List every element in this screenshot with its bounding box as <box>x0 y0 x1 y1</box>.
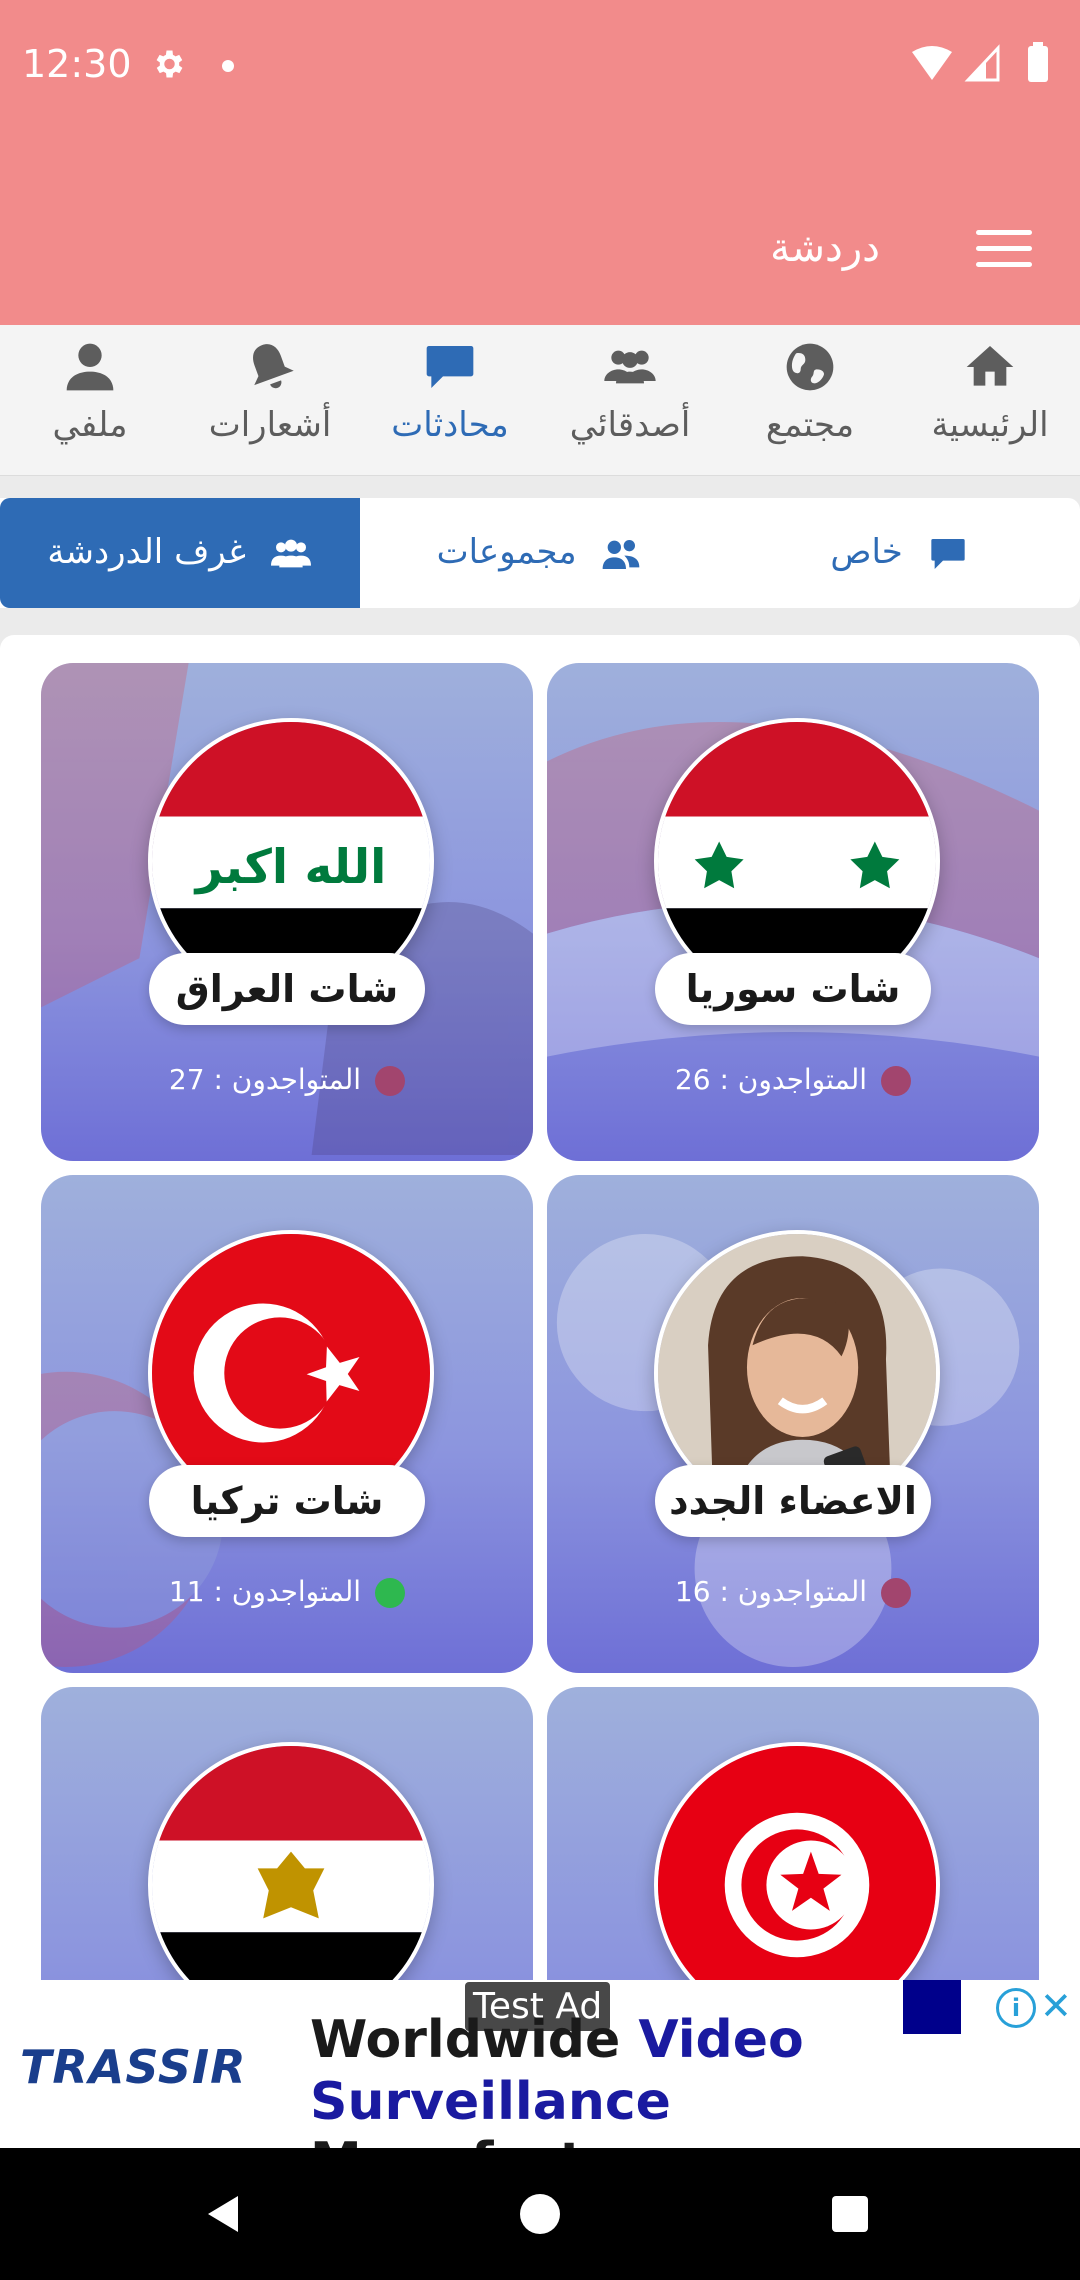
tab-label: غرف الدردشة <box>47 532 246 572</box>
nav-item-notifications[interactable]: أشعارات <box>180 325 360 475</box>
tab-private[interactable]: خاص <box>720 498 1080 608</box>
ad-close-icon[interactable]: ✕ <box>1040 1984 1072 2028</box>
online-label: المتواجدون : 26 <box>674 1063 868 1096</box>
settings-gear-icon <box>156 50 183 78</box>
nav-item-chats[interactable]: محادثات <box>360 325 540 475</box>
nav-item-community[interactable]: مجتمع <box>720 325 900 475</box>
nav-item-home[interactable]: الرئيسية <box>900 325 1080 475</box>
profile-icon <box>66 343 114 391</box>
home-circle-icon[interactable] <box>516 2190 564 2238</box>
nav-label: أشعارات <box>208 405 332 445</box>
room-card-syria[interactable]: شات سوريا المتواجدون : 26 <box>547 663 1039 1161</box>
chat-tabs: خاص مجموعات غرف الدردشة <box>0 498 1080 608</box>
ad-brand-logo: TRASSIR <box>20 2040 247 2094</box>
nav-item-profile[interactable]: ملفي <box>0 325 180 475</box>
rooms-grid: شات سوريا المتواجدون : 26 الله اكبر شات … <box>0 635 1080 1980</box>
online-label: المتواجدون : 11 <box>168 1575 362 1608</box>
nav-label: محادثات <box>391 405 509 445</box>
ad-decor-square <box>903 1980 961 2034</box>
online-count: المتواجدون : 26 <box>547 1063 1039 1096</box>
room-name: شات تركيا <box>149 1465 425 1537</box>
tab-chat-rooms[interactable]: غرف الدردشة <box>0 498 360 608</box>
system-status-icons <box>912 42 1048 82</box>
tunisia-flag-icon <box>654 1742 940 1980</box>
hamburger-menu-icon[interactable] <box>976 230 1032 276</box>
online-count: المتواجدون : 27 <box>41 1063 533 1096</box>
recents-icon[interactable] <box>826 2190 874 2238</box>
online-label: المتواجدون : 16 <box>674 1575 868 1608</box>
bell-icon <box>253 344 294 389</box>
status-bar: 12:30 <box>0 0 1080 135</box>
home-icon <box>966 346 1014 386</box>
ad-info-icon[interactable]: i <box>996 1988 1036 2028</box>
nav-label: الرئيسية <box>931 405 1049 445</box>
ad-line1-a: Worldwide <box>310 2010 621 2070</box>
rooms-icon <box>270 539 311 567</box>
room-card-turkey[interactable]: شات تركيا المتواجدون : 11 <box>41 1175 533 1673</box>
back-icon[interactable] <box>200 2190 248 2238</box>
tab-label: مجموعات <box>436 532 577 572</box>
chat-bubble-icon <box>930 538 965 569</box>
status-dot-icon <box>881 1066 912 1096</box>
online-count: المتواجدون : 16 <box>547 1575 1039 1608</box>
ad-line2-a: Surveillance <box>310 2072 671 2132</box>
ad-line1-b: Video <box>638 2010 804 2070</box>
status-time: 12:30 <box>22 42 132 86</box>
app-title: دردشة <box>770 225 880 271</box>
main-nav: الرئيسية مجتمع أصدقائي محادثات أشعارات م… <box>0 325 1080 476</box>
online-count: المتواجدون : 11 <box>41 1575 533 1608</box>
nav-label: أصدقائي <box>569 405 691 445</box>
room-name: شات العراق <box>149 953 425 1025</box>
ad-headline-1: Worldwide Video <box>310 2010 804 2070</box>
friends-icon <box>604 350 656 384</box>
room-card-tunisia[interactable] <box>547 1687 1039 1980</box>
globe-icon <box>786 343 834 391</box>
tab-label: خاص <box>830 532 903 572</box>
status-dot-icon <box>375 1066 406 1096</box>
group-icon <box>603 539 640 569</box>
nav-label: ملفي <box>52 405 128 445</box>
room-name: شات سوريا <box>655 953 931 1025</box>
room-card-new-members[interactable]: الاعضاء الجدد المتواجدون : 16 <box>547 1175 1039 1673</box>
nav-item-friends[interactable]: أصدقائي <box>540 325 720 475</box>
status-dot-icon <box>375 1578 406 1608</box>
room-card-egypt[interactable] <box>41 1687 533 1980</box>
iraq-flag-text: الله اكبر <box>194 840 387 895</box>
nav-label: مجتمع <box>765 405 855 445</box>
system-navigation-bar <box>0 2148 1080 2280</box>
status-dot-icon <box>881 1578 912 1608</box>
room-name: الاعضاء الجدد <box>655 1465 931 1537</box>
app-bar: دردشة <box>0 135 1080 325</box>
online-label: المتواجدون : 27 <box>168 1063 362 1096</box>
chat-bubble-icon <box>426 346 474 388</box>
notification-dot-icon <box>222 60 234 72</box>
tab-groups[interactable]: مجموعات <box>360 498 720 608</box>
egypt-flag-icon <box>148 1742 434 1980</box>
room-card-iraq[interactable]: الله اكبر شات العراق المتواجدون : 27 <box>41 663 533 1161</box>
ad-banner[interactable]: Test Ad i ✕ TRASSIR Worldwide Video Surv… <box>0 1980 1080 2192</box>
